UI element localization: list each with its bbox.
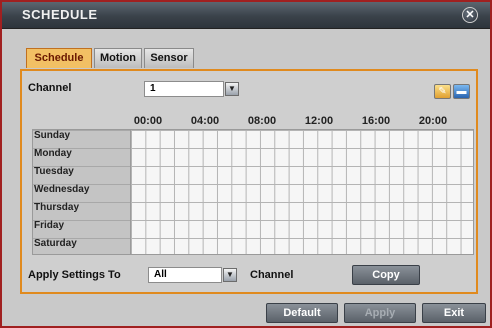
hour-label: 08:00 xyxy=(247,115,277,127)
hour-label: 00:00 xyxy=(133,115,163,127)
day-label: Tuesday xyxy=(34,166,74,177)
channel-suffix-label: Channel xyxy=(250,269,294,281)
hour-header: 00:00 04:00 08:00 12:00 16:00 20:00 xyxy=(130,115,474,127)
apply-settings-label: Apply Settings To xyxy=(28,269,121,281)
schedule-window: SCHEDULE ✕ Schedule Motion Sensor Channe… xyxy=(0,0,492,328)
tab-motion[interactable]: Motion xyxy=(94,48,142,68)
apply-target-select[interactable]: All ▼ xyxy=(148,267,237,283)
copy-button[interactable]: Copy xyxy=(352,265,420,285)
tab-schedule[interactable]: Schedule xyxy=(26,48,92,68)
day-label: Saturday xyxy=(34,238,77,249)
chevron-down-icon[interactable]: ▼ xyxy=(223,268,237,282)
title-bar: SCHEDULE ✕ xyxy=(2,2,490,29)
channel-label: Channel xyxy=(28,82,72,94)
channel-value: 1 xyxy=(150,83,156,94)
hour-label: 04:00 xyxy=(190,115,220,127)
exit-button[interactable]: Exit xyxy=(422,303,486,323)
channel-select[interactable]: 1 ▼ xyxy=(144,81,239,97)
hour-label: 16:00 xyxy=(361,115,391,127)
window-title: SCHEDULE xyxy=(22,7,98,22)
apply-target-value: All xyxy=(154,269,167,280)
tab-sensor[interactable]: Sensor xyxy=(144,48,194,68)
day-label: Sunday xyxy=(34,130,71,141)
day-label: Thursday xyxy=(34,202,80,213)
hour-label: 20:00 xyxy=(418,115,448,127)
apply-button[interactable]: Apply xyxy=(344,303,416,323)
pencil-icon[interactable]: ✎ xyxy=(434,84,451,99)
day-label: Friday xyxy=(34,220,65,231)
eraser-icon[interactable]: ▬ xyxy=(453,84,470,99)
hour-label: 12:00 xyxy=(304,115,334,127)
chevron-down-icon[interactable]: ▼ xyxy=(225,82,239,96)
schedule-grid[interactable] xyxy=(130,129,474,255)
schedule-panel: Channel 1 ▼ ✎ ▬ 00:00 04:00 08:00 12:00 … xyxy=(20,69,478,294)
close-icon[interactable]: ✕ xyxy=(462,7,478,23)
day-label: Wednesday xyxy=(34,184,90,195)
default-button[interactable]: Default xyxy=(266,303,338,323)
day-label: Monday xyxy=(34,148,72,159)
